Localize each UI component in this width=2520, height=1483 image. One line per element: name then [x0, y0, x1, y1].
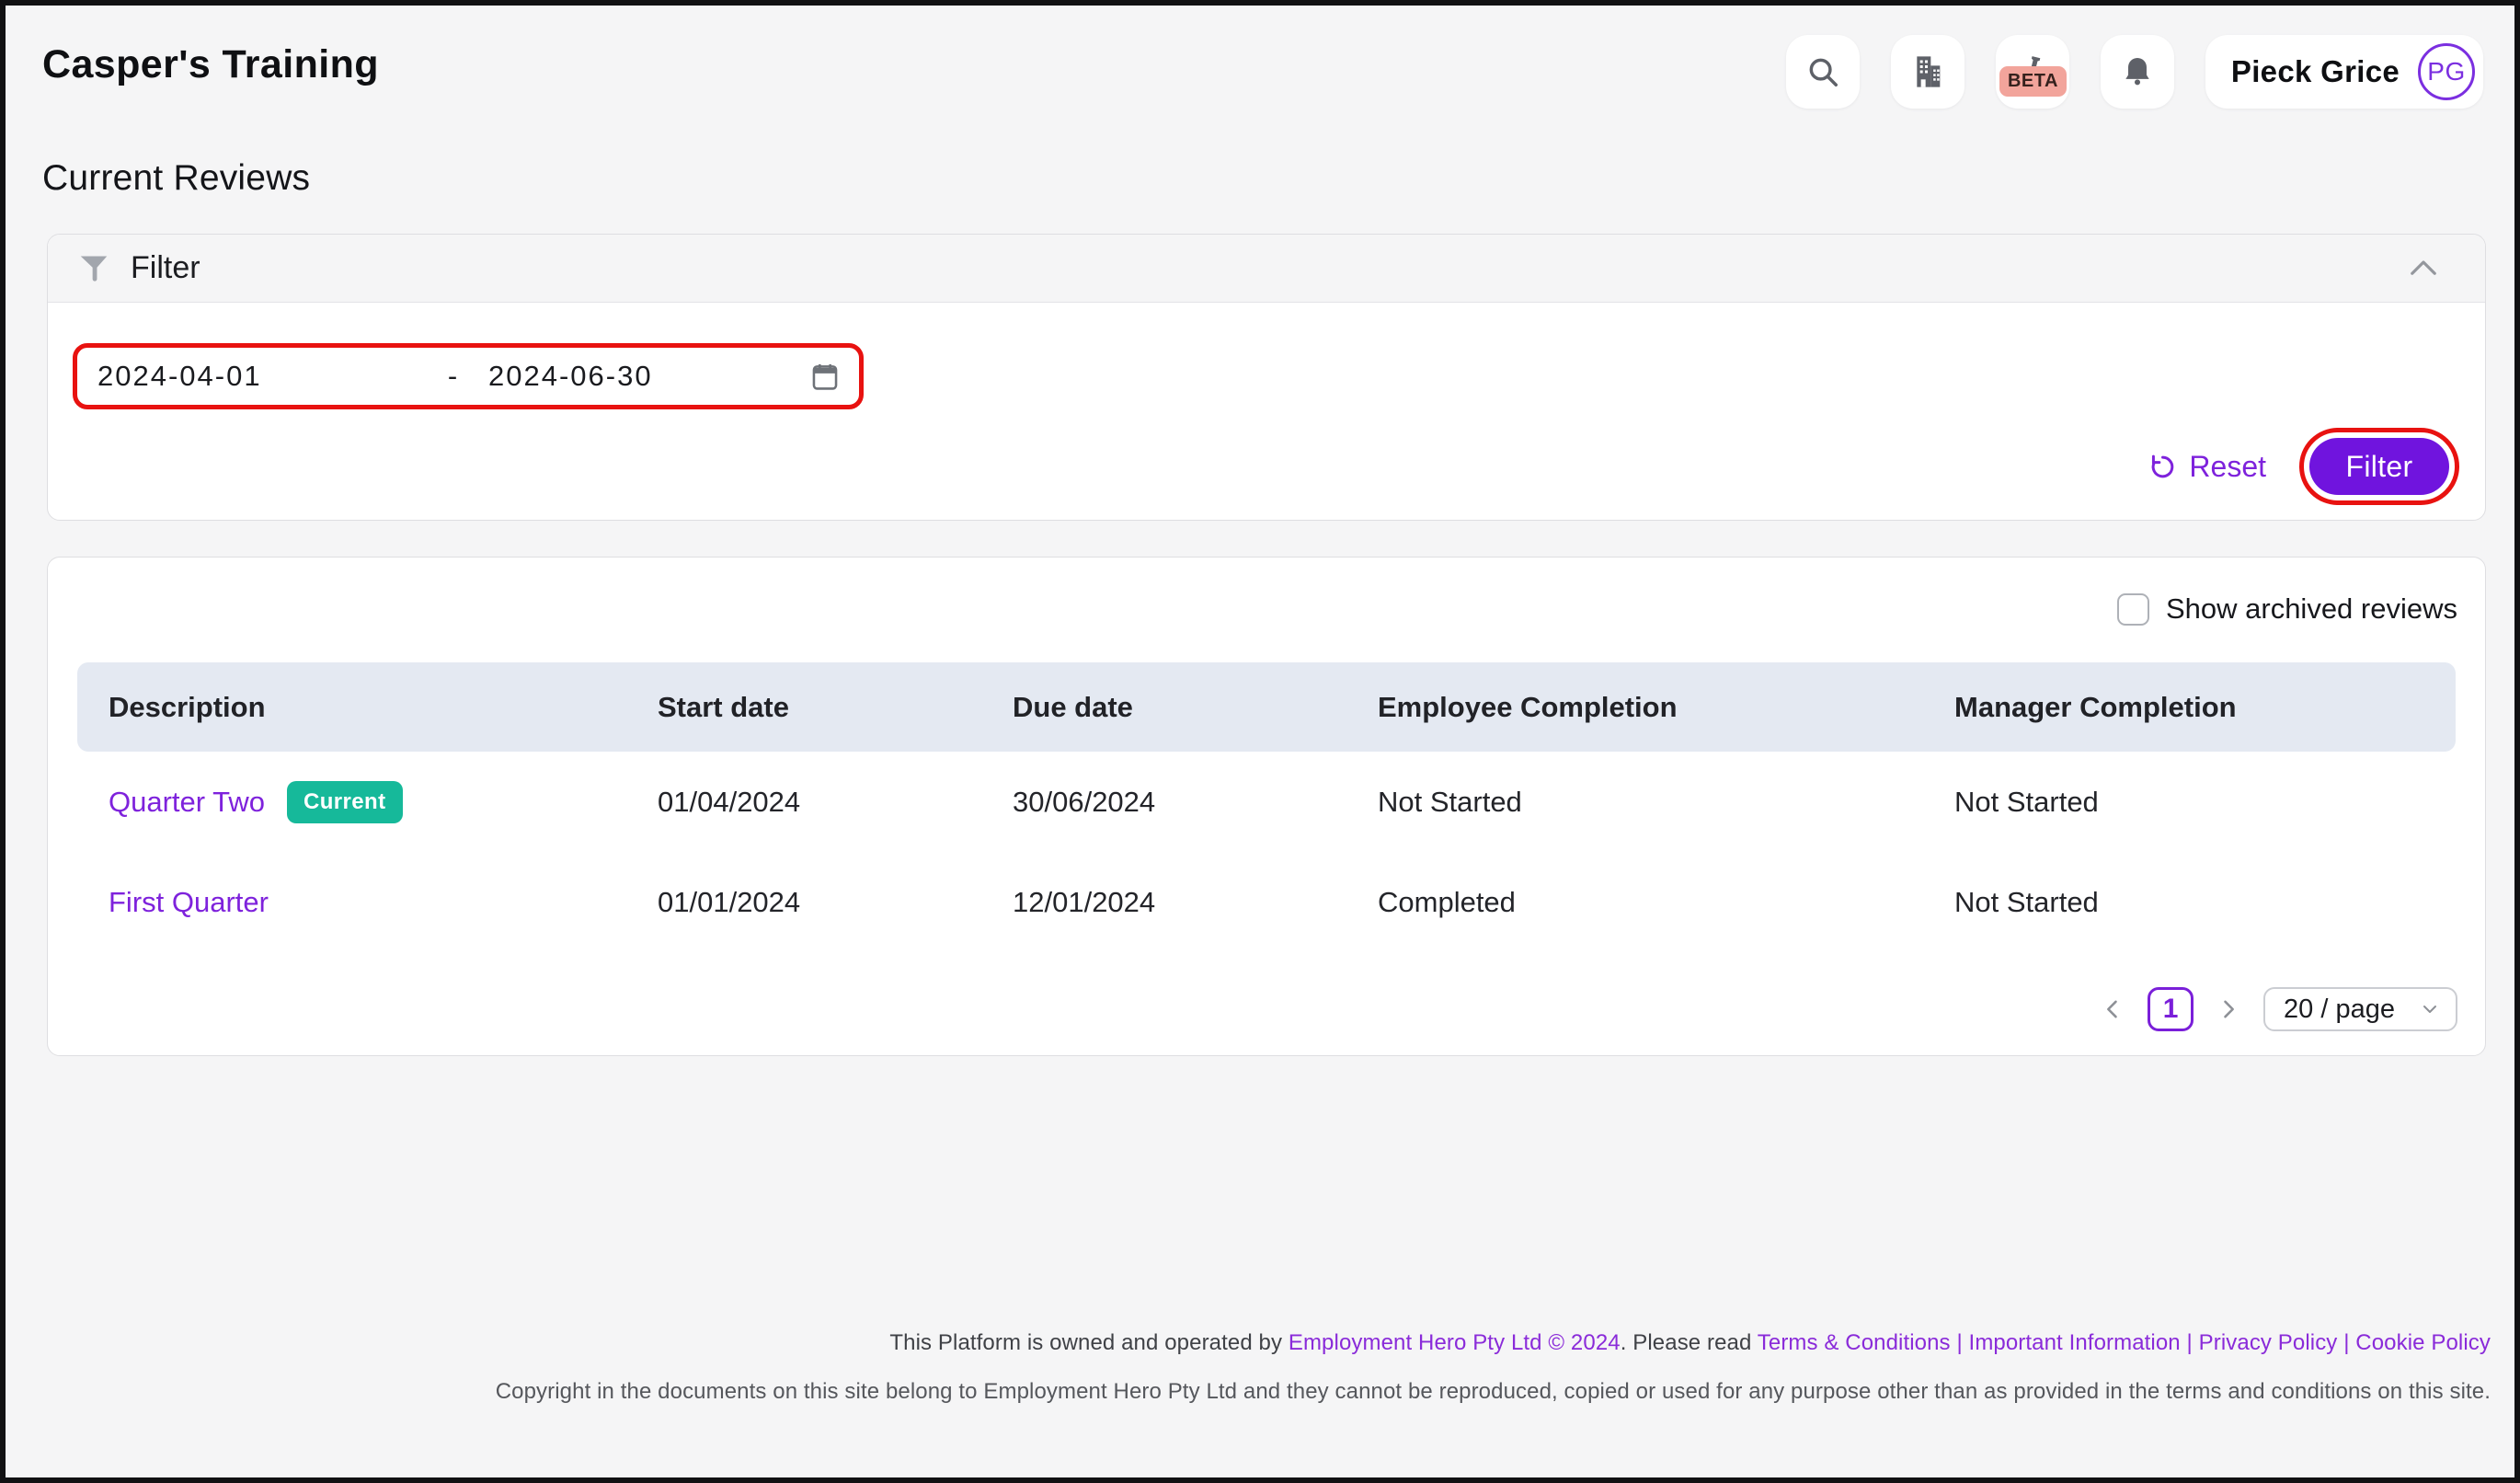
cookie-policy-link[interactable]: Cookie Policy [2355, 1330, 2491, 1355]
date-range-input[interactable]: 2024-04-01 - 2024-06-30 [97, 360, 841, 393]
column-description: Description [109, 691, 658, 724]
review-link[interactable]: Quarter Two [109, 786, 265, 819]
reviews-card: Show archived reviews Description Start … [47, 557, 2486, 1056]
privacy-policy-link[interactable]: Privacy Policy [2199, 1330, 2338, 1355]
filter-panel: Filter 2024-04-01 - 2024-06-30 [47, 234, 2486, 521]
employment-hero-link[interactable]: Employment Hero Pty Ltd © 2024 [1289, 1330, 1621, 1355]
filter-button-annotation: Filter [2299, 428, 2459, 505]
reset-label: Reset [2189, 450, 2266, 484]
chevron-down-icon [2419, 998, 2441, 1020]
pagination: 1 20 / page [2100, 987, 2457, 1031]
bell-icon [2120, 54, 2155, 89]
previous-page-button[interactable] [2100, 996, 2125, 1022]
manager-completion-cell: Not Started [1954, 886, 2456, 919]
search-button[interactable] [1786, 35, 1860, 109]
section-heading: Current Reviews [42, 158, 310, 199]
avatar: PG [2418, 43, 2475, 100]
review-link[interactable]: First Quarter [109, 886, 269, 919]
description-cell: Quarter Two Current [109, 781, 658, 823]
funnel-icon [77, 252, 110, 285]
date-range-annotation: 2024-04-01 - 2024-06-30 [73, 343, 864, 409]
footer-legal-line: This Platform is owned and operated by E… [496, 1330, 2491, 1356]
page-size-select[interactable]: 20 / page [2263, 987, 2457, 1031]
start-date-cell: 01/01/2024 [658, 886, 1013, 919]
footer-text: This Platform is owned and operated by [889, 1330, 1288, 1355]
footer-separator: | [2181, 1330, 2199, 1355]
page-number-button[interactable]: 1 [2148, 987, 2194, 1031]
due-date-cell: 12/01/2024 [1013, 886, 1378, 919]
filter-panel-body: 2024-04-01 - 2024-06-30 [48, 303, 2485, 520]
column-employee-completion: Employee Completion [1378, 691, 1954, 724]
page-title: Casper's Training [42, 42, 379, 87]
chevron-up-icon[interactable] [2404, 249, 2443, 288]
search-icon [1805, 54, 1840, 89]
profile-menu[interactable]: Pieck Grice PG [2205, 35, 2483, 109]
user-name: Pieck Grice [2231, 54, 2400, 89]
filter-submit-button[interactable]: Filter [2309, 438, 2449, 495]
column-due-date: Due date [1013, 691, 1378, 724]
top-actions: BETA Pieck Grice PG [1786, 35, 2483, 109]
labs-button[interactable]: BETA [1996, 35, 2069, 109]
app-window: Casper's Training [0, 0, 2520, 1483]
reset-button[interactable]: Reset [2148, 450, 2266, 484]
reset-icon [2148, 453, 2177, 481]
next-page-button[interactable] [2216, 996, 2241, 1022]
date-from-value: 2024-04-01 [97, 360, 442, 393]
terms-conditions-link[interactable]: Terms & Conditions [1758, 1330, 1951, 1355]
organisation-button[interactable] [1891, 35, 1964, 109]
column-start-date: Start date [658, 691, 1013, 724]
filter-actions: Reset Filter [2148, 428, 2459, 505]
table-row: First Quarter 01/01/2024 12/01/2024 Comp… [77, 852, 2456, 952]
current-badge: Current [287, 781, 402, 823]
footer: This Platform is owned and operated by E… [496, 1330, 2491, 1405]
employee-completion-cell: Not Started [1378, 786, 1954, 819]
footer-copyright-line: Copyright in the documents on this site … [496, 1379, 2491, 1405]
important-information-link[interactable]: Important Information [1969, 1330, 2181, 1355]
footer-separator: | [2337, 1330, 2355, 1355]
manager-completion-cell: Not Started [1954, 786, 2456, 819]
start-date-cell: 01/04/2024 [658, 786, 1013, 819]
table-header-row: Description Start date Due date Employee… [77, 662, 2456, 752]
footer-text: . Please read [1621, 1330, 1758, 1355]
column-manager-completion: Manager Completion [1954, 691, 2456, 724]
date-range-separator: - [442, 360, 463, 393]
footer-separator: | [1951, 1330, 1969, 1355]
filter-panel-title: Filter [131, 250, 200, 286]
description-cell: First Quarter [109, 886, 658, 919]
show-archived-toggle: Show archived reviews [2117, 592, 2457, 626]
table-body: Quarter Two Current 01/04/2024 30/06/202… [77, 752, 2456, 952]
table-row: Quarter Two Current 01/04/2024 30/06/202… [77, 752, 2456, 852]
show-archived-checkbox[interactable] [2117, 593, 2149, 626]
building-icon [1909, 53, 1946, 90]
employee-completion-cell: Completed [1378, 886, 1954, 919]
page-size-value: 20 / page [2284, 994, 2395, 1025]
show-archived-label: Show archived reviews [2166, 592, 2457, 626]
beta-badge: BETA [1999, 66, 2067, 97]
calendar-icon[interactable] [809, 361, 841, 392]
date-to-value: 2024-06-30 [488, 360, 653, 393]
filter-panel-header[interactable]: Filter [48, 235, 2485, 303]
notifications-button[interactable] [2101, 35, 2174, 109]
due-date-cell: 30/06/2024 [1013, 786, 1378, 819]
